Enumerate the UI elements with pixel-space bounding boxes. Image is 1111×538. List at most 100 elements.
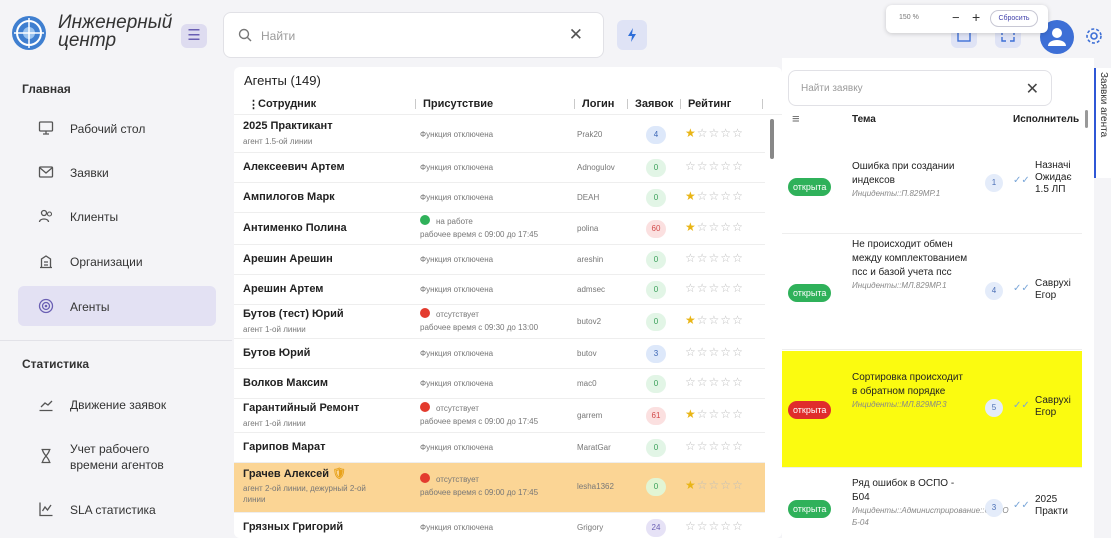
zoom-popup: 150 % − + Сбросить [886,5,1048,33]
status-badge: открыта [788,284,832,302]
star-icon: ☆ [708,126,721,140]
agent-login: DEAH [577,193,600,202]
app-title: Инженерный центр [58,12,173,51]
col-login[interactable]: Логин [582,98,614,110]
col-separator [415,99,416,109]
sidebar-item-worktime[interactable]: Учет рабочего времени агентов [18,436,216,476]
agent-name: Арешин Арешин [243,253,333,265]
table-row[interactable]: Ампилогов Марк Функция отключена DEAH 0 … [234,183,765,213]
offline-status-icon [420,402,430,412]
request-item-highlighted[interactable]: открыта Сортировка происходит в обратном… [782,351,1082,468]
menu-toggle-button[interactable]: ☰ [181,24,207,48]
table-row[interactable]: Гарантийный Ремонт агент 1-ой линии отсу… [234,399,765,433]
star-icon: ☆ [732,313,744,327]
sidebar-item-request-flow[interactable]: Движение заявок [18,384,216,424]
sidebar-item-label: Организации [70,255,143,269]
table-row[interactable]: Антименко Полина на работе рабочее время… [234,213,765,245]
star-icon: ☆ [720,439,733,453]
table-row[interactable]: Арешин Артем Функция отключена admsec 0 … [234,275,765,305]
table-row[interactable]: Бутов (тест) Юрий агент 1-ой линии отсут… [234,305,765,339]
sidebar-item-desktop[interactable]: Рабочий стол [18,108,216,148]
table-row-selected[interactable]: Грачев Алексей 🛡 агент 2-ой линии, дежур… [234,463,765,513]
agent-login: mac0 [577,379,597,388]
sidebar-item-requests[interactable]: Заявки [18,152,216,192]
agent-status: отсутствует [420,402,479,413]
col-separator [680,99,681,109]
global-search[interactable]: Найти ✕ [223,12,604,58]
zoom-reset-button[interactable]: Сбросить [990,10,1038,27]
sidebar-item-sla[interactable]: SLA статистика [18,489,216,529]
request-item[interactable]: открыта Ряд ошибок в ОСПО - Б04 Инциденты… [782,469,1082,538]
star-icon: ☆ [708,159,721,173]
star-icon: ☆ [708,313,721,327]
agent-presence: рабочее время с 09:00 до 17:45 [420,488,539,497]
agent-login: Grigory [577,523,604,532]
star-icon: ★ [685,478,697,492]
rating-stars: ☆☆☆☆☆ [685,519,744,533]
table-row[interactable]: Грязных Григорий Функция отключена Grigo… [234,513,765,538]
side-tab-agent-requests[interactable]: Заявки агента [1094,68,1111,178]
sidebar-item-agents[interactable]: Агенты [18,286,216,326]
col-employee[interactable]: Сотрудник [258,98,316,110]
clear-search-icon[interactable]: ✕ [569,25,583,45]
clear-request-search-icon[interactable]: ✕ [1026,79,1039,99]
sidebar-item-label: SLA статистика [70,503,156,517]
hourglass-icon [41,448,51,464]
col-requests[interactable]: Заявок [635,98,673,110]
sidebar-item-organizations[interactable]: Организации [18,241,216,281]
agent-presence: Функция отключена [420,255,494,264]
sidebar-item-label: Агенты [70,300,110,314]
table-row[interactable]: 2025 Практикант агент 1.5-ой линии Функц… [234,117,765,153]
zoom-out-button[interactable]: − [952,10,960,25]
request-item[interactable]: открыта Ошибка при создании индексов Инци… [782,138,1082,234]
table-row[interactable]: Бутов Юрий Функция отключена butov 3 ☆☆☆… [234,339,765,369]
star-icon: ☆ [696,126,709,140]
agent-name: Ампилогов Марк [243,191,335,203]
agent-login: polina [577,224,599,233]
agent-name: Гарантийный Ремонт [243,402,360,414]
agent-requests-panel: Найти заявку ✕ ≡ Тема Исполнитель открыт… [782,58,1094,538]
table-row[interactable]: Арешин Арешин Функция отключена areshin … [234,245,765,275]
request-executor: Саврухі Егор [1035,278,1071,301]
star-icon: ☆ [696,345,709,359]
agent-login: areshin [577,255,604,264]
star-icon: ☆ [732,345,744,359]
table-row[interactable]: Гарипов Марат Функция отключена MaratGar… [234,433,765,463]
zoom-in-button[interactable]: + [972,9,980,25]
agent-role: агент 1-ой линии [243,325,306,334]
agents-scrollbar[interactable] [770,119,774,159]
request-search-input[interactable]: Найти заявку ✕ [788,70,1052,106]
col-separator [762,99,763,109]
column-menu-icon[interactable]: ≡ [792,111,800,126]
request-item[interactable]: открыта Не происходит обмен между компле… [782,234,1082,350]
col-executor[interactable]: Исполнитель [1013,114,1079,125]
sidebar-item-label: Заявки [70,166,109,180]
table-row[interactable]: Алексеевич Артем Функция отключена Adnog… [234,153,765,183]
request-count-badge: 0 [646,281,666,299]
star-icon: ☆ [732,439,744,453]
star-icon: ★ [685,189,697,203]
star-icon: ☆ [732,519,744,533]
agent-name: Бутов (тест) Юрий [243,308,344,320]
col-presence[interactable]: Присутствие [423,98,493,110]
gear-icon[interactable] [1084,26,1104,46]
star-icon: ☆ [696,439,709,453]
sidebar-item-clients[interactable]: Клиенты [18,196,216,236]
request-count-badge: 3 [646,345,666,363]
request-number-badge: 3 [985,499,1003,517]
agent-presence: Функция отключена [420,193,494,202]
agent-presence: Функция отключена [420,349,494,358]
agent-login: butov2 [577,317,602,326]
col-rating[interactable]: Рейтинг [688,98,731,110]
double-check-icon: ✓✓ [1013,400,1030,411]
col-subject[interactable]: Тема [852,114,876,125]
rating-stars: ☆☆☆☆☆ [685,439,744,453]
table-row[interactable]: Волков Максим Функция отключена mac0 0 ☆… [234,369,765,399]
quick-action-button[interactable] [617,20,647,50]
agent-status: на работе [420,215,473,226]
duty-shield-icon: 🛡 [332,468,346,480]
request-count-badge: 0 [646,189,666,207]
requests-scrollbar[interactable] [1085,110,1088,128]
sidebar-item-label: Учет рабочего времени агентов [70,442,164,472]
double-check-icon: ✓✓ [1013,500,1030,511]
